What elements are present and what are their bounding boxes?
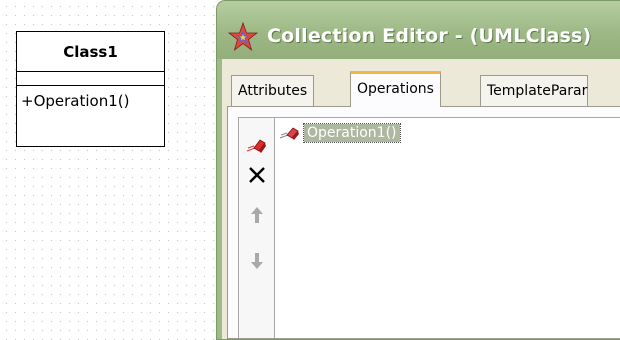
operation-icon: [279, 127, 299, 140]
uml-attributes-compartment: [17, 72, 164, 86]
move-up-button[interactable]: [239, 200, 275, 230]
delete-button[interactable]: [239, 160, 275, 190]
collection-editor-window: Collection Editor - (UMLClass) Attribute…: [216, 0, 620, 340]
window-title: Collection Editor - (UMLClass): [267, 25, 592, 47]
tab-attributes-label: Attributes: [238, 83, 308, 99]
move-down-icon: [251, 253, 263, 269]
list-item[interactable]: Operation1(): [279, 122, 401, 144]
uml-class-name: Class1: [17, 32, 164, 72]
uml-class-box[interactable]: Class1 +Operation1(): [16, 31, 165, 147]
tab-template-parameters[interactable]: TemplateParar: [480, 75, 589, 106]
window-client-area: Attributes Operations TemplateParar Oper…: [222, 59, 620, 339]
title-bar[interactable]: Collection Editor - (UMLClass): [217, 1, 620, 59]
tab-operations-label: Operations: [357, 81, 434, 97]
operations-toolbar: [238, 117, 276, 338]
operations-list[interactable]: Operation1(): [274, 117, 620, 338]
add-operation-icon: [246, 139, 266, 153]
operations-panel: Operation1(): [227, 106, 620, 339]
uml-operations-compartment: +Operation1(): [17, 86, 164, 110]
tab-operations[interactable]: Operations: [350, 71, 441, 107]
move-up-icon: [251, 207, 263, 223]
tab-template-parameters-label: TemplateParar: [487, 83, 588, 99]
star-icon: [228, 22, 258, 52]
move-down-button[interactable]: [239, 246, 275, 276]
uml-operation-item: +Operation1(): [21, 92, 130, 110]
tab-attributes[interactable]: Attributes: [231, 75, 315, 106]
add-operation-button[interactable]: [239, 130, 275, 160]
operation-item-label: Operation1(): [303, 123, 401, 143]
delete-icon: [249, 167, 265, 183]
